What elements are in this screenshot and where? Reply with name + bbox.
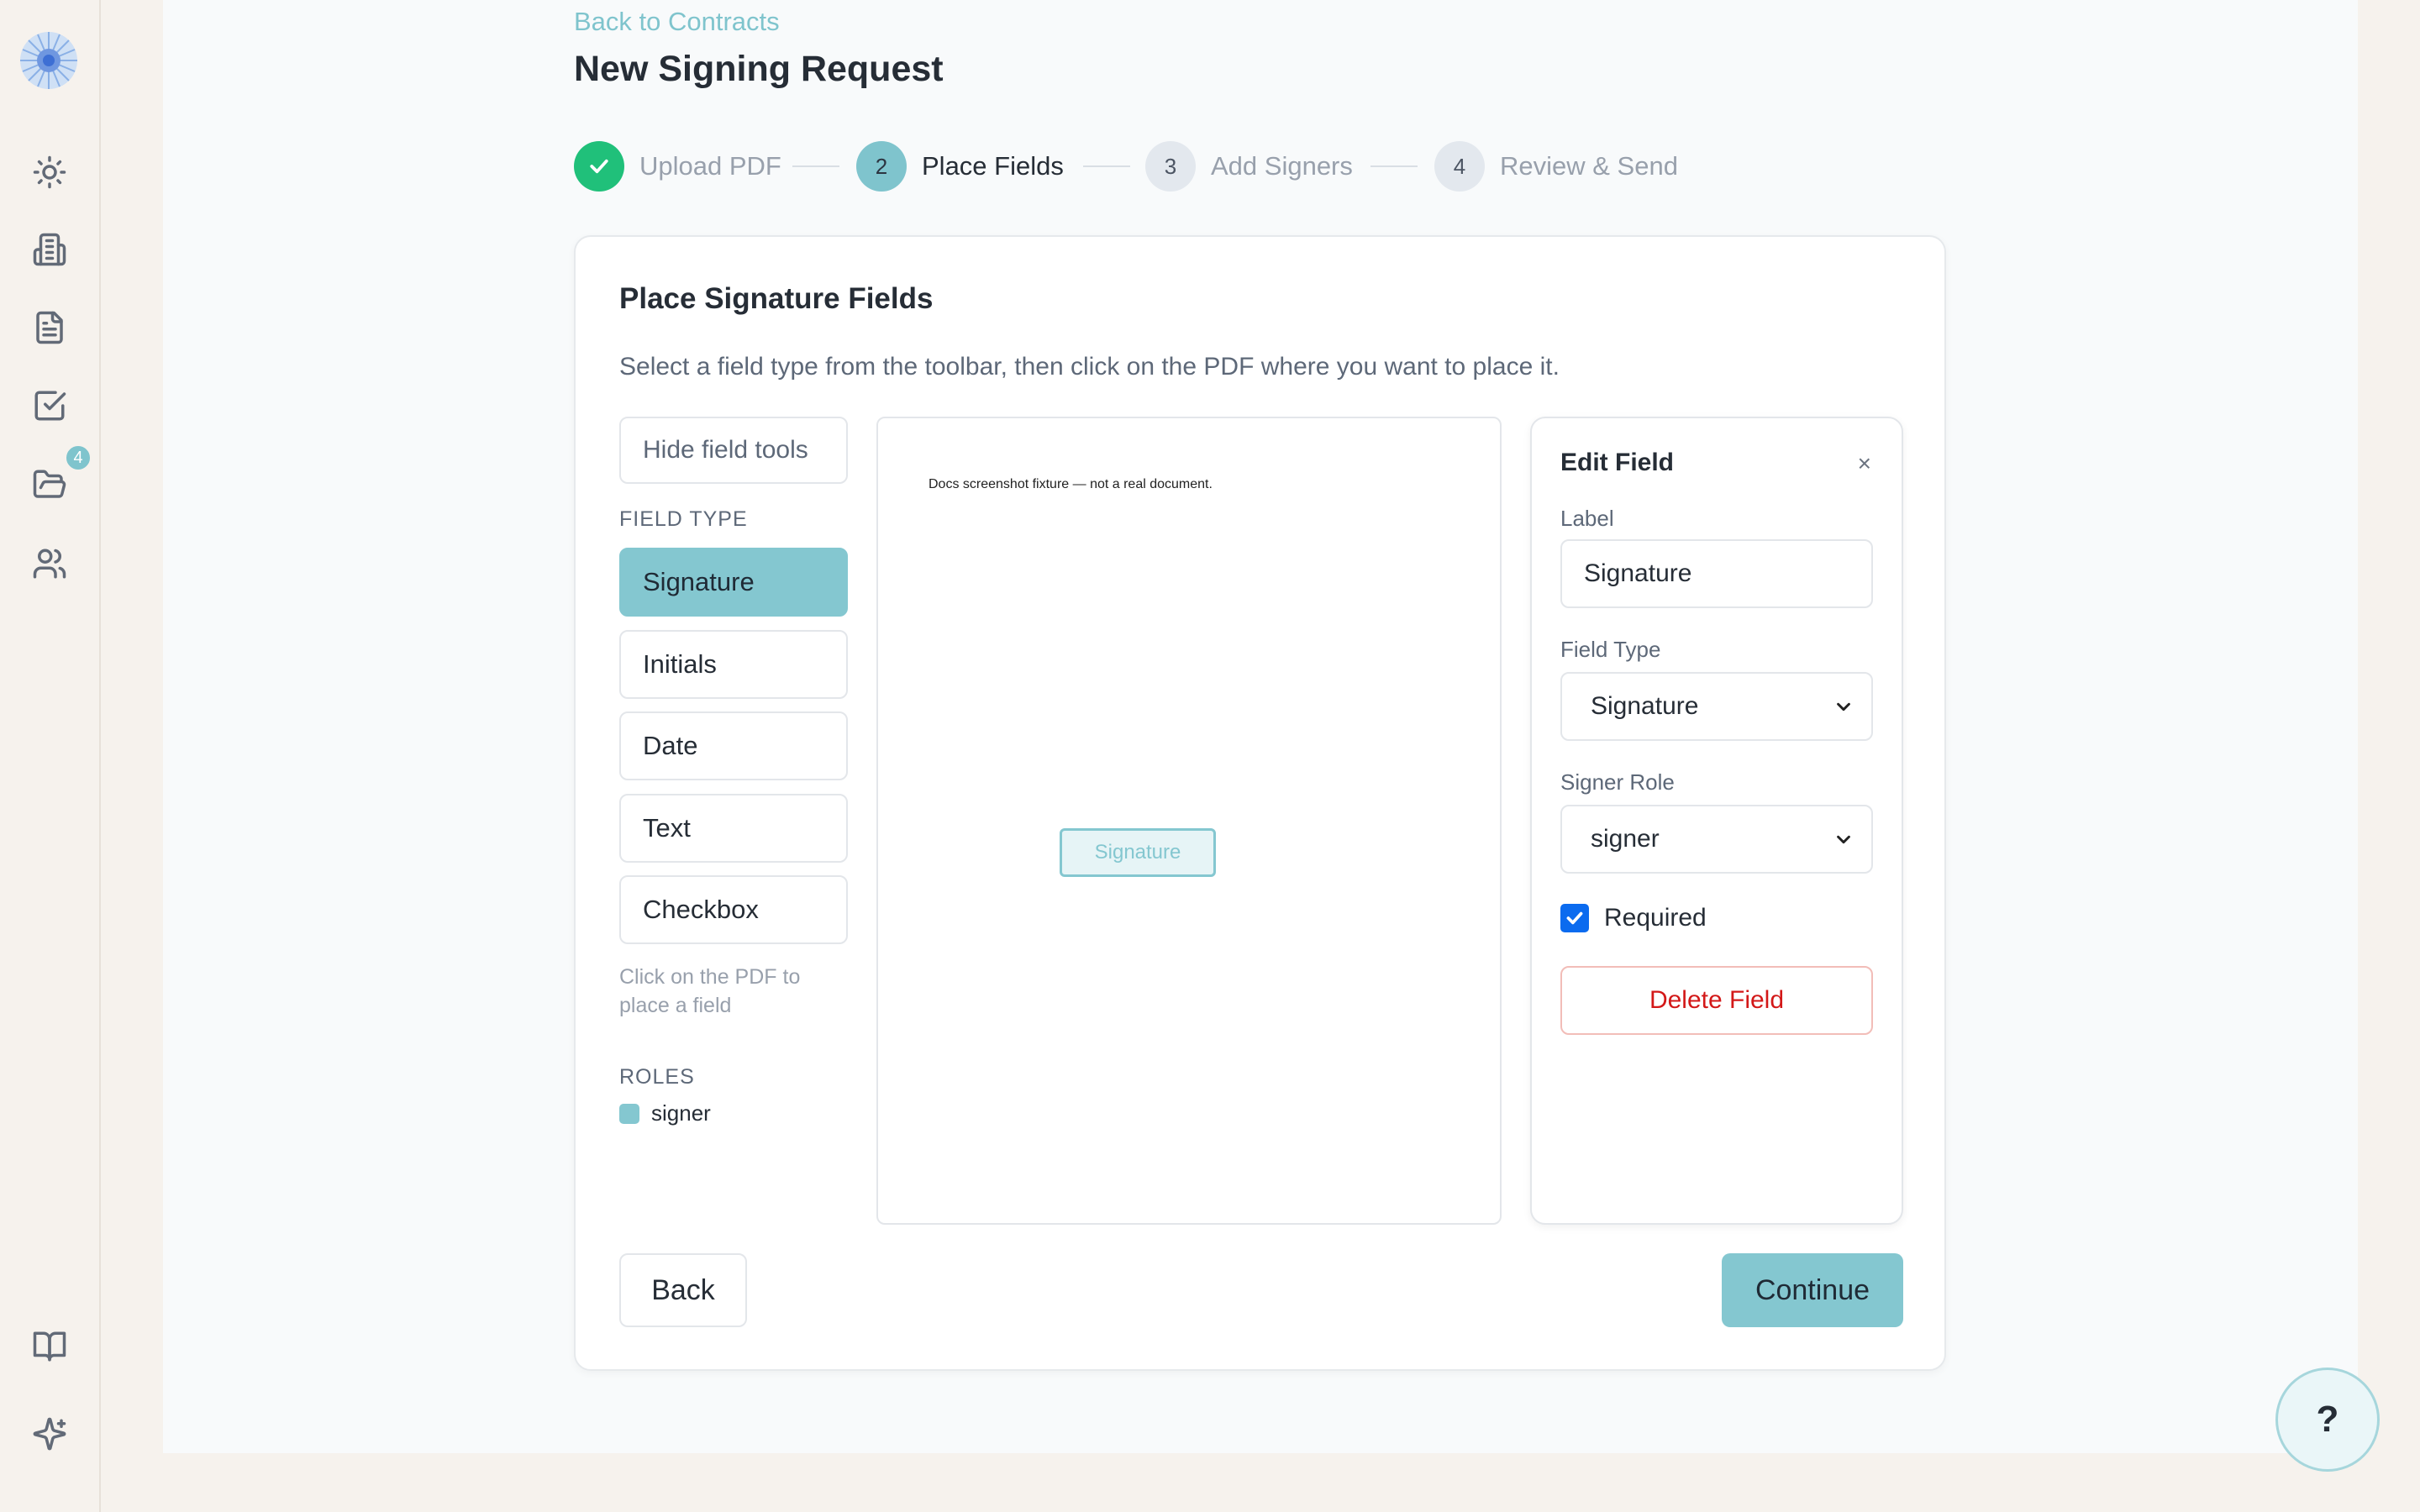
step-label: Place Fields: [922, 151, 1064, 181]
step-divider: [1083, 165, 1130, 167]
step-number: 2: [856, 141, 907, 192]
field-type-checkbox[interactable]: Checkbox: [619, 875, 848, 944]
chevron-down-icon: [1837, 835, 1850, 844]
chevron-down-icon: [1837, 702, 1850, 711]
required-checkbox[interactable]: [1560, 904, 1589, 932]
sidebar: 4: [0, 0, 101, 1512]
back-button[interactable]: Back: [619, 1253, 747, 1327]
checkmark-icon: [574, 141, 624, 192]
stepper: Upload PDF 2 Place Fields 3 Add Signers …: [574, 141, 1750, 192]
back-to-contracts-link[interactable]: Back to Contracts: [574, 7, 780, 37]
close-icon[interactable]: ×: [1858, 450, 1871, 477]
document-icon[interactable]: [30, 308, 69, 347]
pdf-text: Docs screenshot fixture — not a real doc…: [929, 477, 1213, 491]
step-review-send[interactable]: 4 Review & Send: [1434, 141, 1678, 192]
step-add-signers[interactable]: 3 Add Signers: [1145, 141, 1353, 192]
edit-field-panel: Edit Field × Label Field Type Signature …: [1530, 417, 1903, 1225]
pdf-canvas[interactable]: Docs screenshot fixture — not a real doc…: [876, 417, 1502, 1225]
help-button[interactable]: ?: [2275, 1368, 2380, 1472]
field-type-caption: Field Type: [1560, 637, 1661, 662]
signer-role-select-value: signer: [1591, 825, 1660, 853]
checkbox-icon[interactable]: [30, 386, 69, 425]
step-label: Upload PDF: [639, 151, 781, 181]
users-icon[interactable]: [30, 544, 69, 583]
edit-field-title: Edit Field: [1560, 449, 1674, 476]
required-toggle[interactable]: Required: [1560, 904, 1707, 932]
sun-icon[interactable]: [30, 153, 69, 192]
field-type-select-value: Signature: [1591, 692, 1699, 720]
logo-icon[interactable]: [17, 29, 81, 92]
sparkle-icon[interactable]: [30, 1415, 69, 1453]
step-divider: [792, 165, 839, 167]
book-icon[interactable]: [30, 1327, 69, 1366]
signer-role-select[interactable]: signer: [1560, 805, 1873, 874]
notification-badge: 4: [64, 444, 92, 472]
role-item: signer: [619, 1100, 711, 1126]
building-icon[interactable]: [30, 230, 69, 269]
label-input[interactable]: [1560, 539, 1873, 608]
continue-button[interactable]: Continue: [1722, 1253, 1903, 1327]
role-color-swatch: [619, 1103, 639, 1124]
step-label: Add Signers: [1211, 151, 1353, 181]
placement-hint: Click on the PDF to place a field: [619, 965, 801, 1017]
field-type-select[interactable]: Signature: [1560, 672, 1873, 741]
place-fields-card: Place Signature Fields Select a field ty…: [574, 235, 1946, 1371]
field-type-text[interactable]: Text: [619, 794, 848, 863]
card-title: Place Signature Fields: [619, 282, 934, 315]
required-label: Required: [1604, 904, 1707, 932]
roles-heading: ROLES: [619, 1065, 695, 1089]
card-description: Select a field type from the toolbar, th…: [619, 353, 1560, 381]
signer-role-caption: Signer Role: [1560, 769, 1675, 795]
step-place-fields[interactable]: 2 Place Fields: [856, 141, 1064, 192]
hide-field-tools-button[interactable]: Hide field tools: [619, 417, 848, 484]
label-caption: Label: [1560, 506, 1614, 531]
role-name: signer: [651, 1100, 711, 1126]
field-type-date[interactable]: Date: [619, 711, 848, 780]
delete-field-button[interactable]: Delete Field: [1560, 966, 1873, 1035]
step-upload-pdf[interactable]: Upload PDF: [574, 141, 781, 192]
field-type-initials[interactable]: Initials: [619, 630, 848, 699]
folder-icon[interactable]: [30, 465, 69, 504]
step-divider: [1370, 165, 1418, 167]
page-title: New Signing Request: [574, 49, 944, 89]
placed-signature-field[interactable]: Signature: [1060, 828, 1216, 877]
checkmark-icon: [1566, 911, 1583, 925]
step-number: 3: [1145, 141, 1196, 192]
field-type-signature[interactable]: Signature: [619, 548, 848, 617]
step-label: Review & Send: [1500, 151, 1678, 181]
field-type-heading: FIELD TYPE: [619, 507, 748, 531]
step-number: 4: [1434, 141, 1485, 192]
